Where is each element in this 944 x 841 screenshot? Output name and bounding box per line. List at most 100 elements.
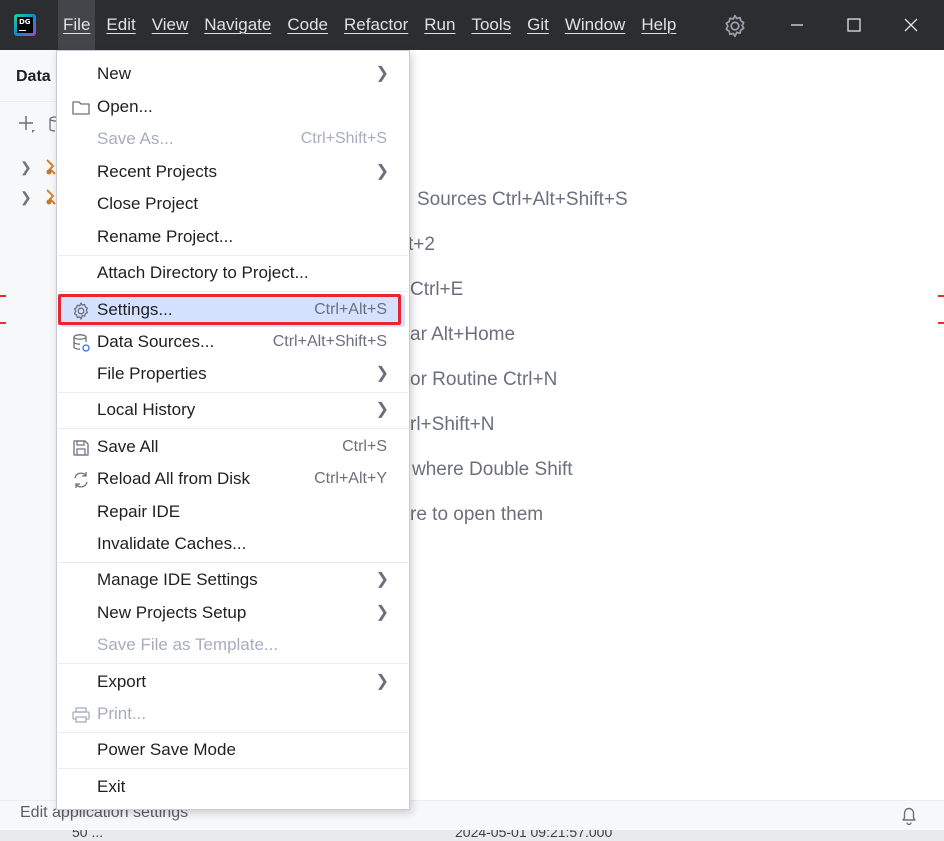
chevron-right-icon: ❯ [375, 604, 389, 621]
bell-icon[interactable] [898, 804, 920, 826]
menu-item-data-sources[interactable]: Data Sources... Ctrl+Alt+Shift+S [61, 327, 405, 359]
menu-separator [58, 392, 408, 393]
menu-edit[interactable]: Edit [101, 0, 140, 50]
hint-text: Sources Ctrl+Alt+Shift+S [417, 189, 628, 210]
menu-separator [58, 255, 408, 256]
menu-bar: File Edit View Navigate Code Refactor Ru… [58, 0, 687, 50]
menu-separator [58, 732, 408, 733]
menu-item-export[interactable]: Export ❯ [61, 667, 405, 699]
tree-row[interactable]: ❯ [18, 157, 58, 177]
app-logo-icon[interactable]: DG [14, 14, 36, 36]
menu-item-exit[interactable]: Exit [61, 772, 405, 804]
settings-gear-icon[interactable] [722, 13, 748, 39]
menu-item-label: Print... [97, 704, 147, 723]
menu-item-label: Save All [97, 437, 159, 456]
menu-item-print[interactable]: Print... [61, 699, 405, 731]
bottom-strip-text: 2024-05-01 09:21:57.000 [455, 830, 613, 840]
chevron-right-icon: ❯ [375, 163, 389, 180]
menu-item-shortcut: Ctrl+Shift+S [300, 130, 387, 147]
menu-item-new[interactable]: New ❯ [61, 59, 405, 91]
title-bar: DG File Edit View Navigate Code Refactor… [0, 0, 944, 50]
menu-help[interactable]: Help [636, 0, 681, 50]
menu-item-label: File Properties [97, 364, 207, 383]
menu-item-reload-all[interactable]: Reload All from Disk Ctrl+Alt+Y [61, 464, 405, 496]
minimize-icon[interactable] [768, 0, 826, 50]
menu-item-label: New Projects Setup [97, 603, 247, 622]
menu-item-rename-project[interactable]: Rename Project... [61, 222, 405, 254]
menu-item-save-file-as-template[interactable]: Save File as Template... [61, 630, 405, 662]
add-icon[interactable] [16, 114, 36, 134]
menu-separator [58, 428, 408, 429]
maximize-icon[interactable] [826, 0, 884, 50]
hint-text: where Double Shift [412, 459, 573, 480]
menu-item-close-project[interactable]: Close Project [61, 189, 405, 221]
menu-item-label: Invalidate Caches... [97, 534, 247, 553]
menu-run[interactable]: Run [419, 0, 460, 50]
save-icon [73, 440, 89, 456]
menu-separator [58, 768, 408, 769]
menu-item-label: Repair IDE [97, 502, 181, 521]
menu-item-local-history[interactable]: Local History ❯ [61, 395, 405, 427]
chevron-right-icon: ❯ [375, 571, 389, 588]
menu-item-open[interactable]: Open... [61, 92, 405, 124]
menu-item-manage-ide-settings[interactable]: Manage IDE Settings ❯ [61, 565, 405, 597]
menu-item-label: Data Sources... [97, 332, 215, 351]
menu-view[interactable]: View [147, 0, 194, 50]
menu-item-label: Reload All from Disk [97, 469, 251, 488]
menu-item-shortcut: Ctrl+Alt+Shift+S [272, 333, 387, 350]
chevron-right-icon: ❯ [375, 365, 389, 382]
divider-mark [0, 295, 6, 297]
menu-item-invalidate-caches[interactable]: Invalidate Caches... [61, 529, 405, 561]
bottom-data-strip: 50 ... 2024-05-01 09:21:57.000 [0, 830, 944, 841]
file-menu-dropdown: New ❯ Open... Save As... Ctrl+Shift+S Re… [56, 50, 410, 810]
panel-divider [0, 101, 58, 102]
menu-item-save-as[interactable]: Save As... Ctrl+Shift+S [61, 124, 405, 156]
app-logo-text: DG [19, 18, 31, 26]
menu-window[interactable]: Window [560, 0, 630, 50]
menu-item-label: New [97, 64, 132, 83]
folder-icon [72, 101, 90, 115]
menu-item-repair-ide[interactable]: Repair IDE [61, 497, 405, 529]
divider-mark [938, 322, 944, 324]
menu-item-power-save-mode[interactable]: Power Save Mode [61, 735, 405, 767]
chevron-right-icon[interactable]: ❯ [20, 159, 32, 176]
chevron-right-icon: ❯ [375, 65, 389, 82]
divider-mark [0, 322, 6, 324]
menu-item-save-all[interactable]: Save All Ctrl+S [61, 432, 405, 464]
chevron-right-icon[interactable]: ❯ [20, 189, 32, 206]
divider-mark [938, 295, 944, 297]
close-icon[interactable] [884, 0, 942, 50]
menu-separator [58, 663, 408, 664]
menu-item-label: Manage IDE Settings [97, 570, 258, 589]
menu-item-file-properties[interactable]: File Properties ❯ [61, 359, 405, 391]
hint-text: re to open them [410, 504, 544, 525]
menu-item-label: Rename Project... [97, 227, 234, 246]
menu-item-shortcut: Ctrl+Alt+Y [314, 470, 387, 487]
menu-item-label: Export [97, 672, 147, 691]
menu-item-label: Exit [97, 777, 126, 796]
menu-file[interactable]: File [58, 0, 96, 50]
chevron-right-icon: ❯ [375, 401, 389, 418]
menu-item-new-projects-setup[interactable]: New Projects Setup ❯ [61, 598, 405, 630]
database-icon [73, 334, 90, 352]
menu-item-label: Close Project [97, 194, 199, 213]
bottom-strip-text: 50 ... [72, 830, 104, 840]
printer-icon [72, 707, 90, 723]
menu-item-label: Recent Projects [97, 162, 217, 181]
menu-item-recent-projects[interactable]: Recent Projects ❯ [61, 157, 405, 189]
menu-git[interactable]: Git [522, 0, 554, 50]
tree-row[interactable]: ❯ [18, 187, 58, 207]
menu-tools[interactable]: Tools [466, 0, 516, 50]
chevron-right-icon: ❯ [375, 673, 389, 690]
menu-item-attach-directory[interactable]: Attach Directory to Project... [61, 258, 405, 290]
menu-code[interactable]: Code [282, 0, 333, 50]
menu-item-label: Attach Directory to Project... [97, 263, 309, 282]
menu-refactor[interactable]: Refactor [339, 0, 413, 50]
panel-title: Data [16, 68, 51, 85]
menu-item-label: Save As... [97, 129, 174, 148]
hint-text: t+2 [408, 234, 435, 255]
hint-text: Ctrl+E [410, 279, 464, 300]
hint-text: or Routine Ctrl+N [410, 369, 558, 390]
menu-navigate[interactable]: Navigate [199, 0, 276, 50]
reload-icon [74, 472, 88, 488]
